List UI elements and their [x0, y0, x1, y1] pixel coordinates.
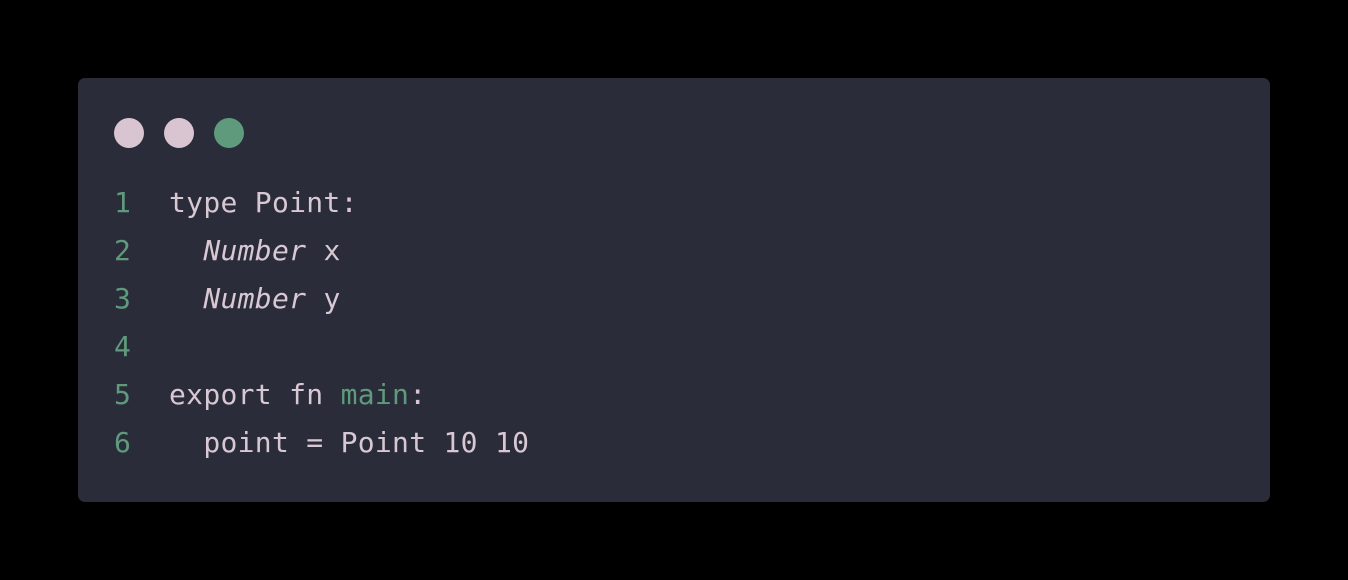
code-text: Number y: [169, 282, 341, 315]
line-number: 5: [114, 377, 132, 411]
code-token: point = Point 10 10: [169, 425, 530, 459]
code-text: type Point:: [169, 186, 358, 219]
code-line: 6 point = Point 10 10: [114, 418, 1234, 466]
code-text: point = Point 10 10: [169, 426, 529, 459]
circle-icon[interactable]: [164, 118, 194, 148]
code-line: 1 type Point:: [114, 178, 1234, 226]
line-number: 6: [114, 425, 132, 459]
code-text: export fn main:: [169, 378, 426, 411]
line-number: 1: [114, 185, 132, 219]
code-line: 2 Number x: [114, 226, 1234, 274]
code-token: x: [306, 233, 341, 267]
code-line: 5 export fn main:: [114, 370, 1234, 418]
code-line: 3 Number y: [114, 274, 1234, 322]
code-token-function: main: [340, 377, 410, 411]
code-token-type: Number: [203, 233, 307, 267]
code-token-type: Number: [203, 281, 307, 315]
code-token: export fn: [169, 377, 341, 411]
line-number: 2: [114, 233, 132, 267]
line-number: 3: [114, 281, 132, 315]
code-line: 4: [114, 322, 1234, 370]
code-token: type Point:: [169, 185, 358, 219]
code-text: Number x: [169, 234, 341, 267]
circle-icon[interactable]: [214, 118, 244, 148]
code-token: y: [306, 281, 341, 315]
code-block: 1 type Point: 2 Number x 3 Number y 4 5 …: [114, 178, 1234, 466]
code-window: 1 type Point: 2 Number x 3 Number y 4 5 …: [78, 78, 1270, 502]
code-token: :: [409, 377, 427, 411]
circle-icon[interactable]: [114, 118, 144, 148]
line-number: 4: [114, 329, 132, 363]
